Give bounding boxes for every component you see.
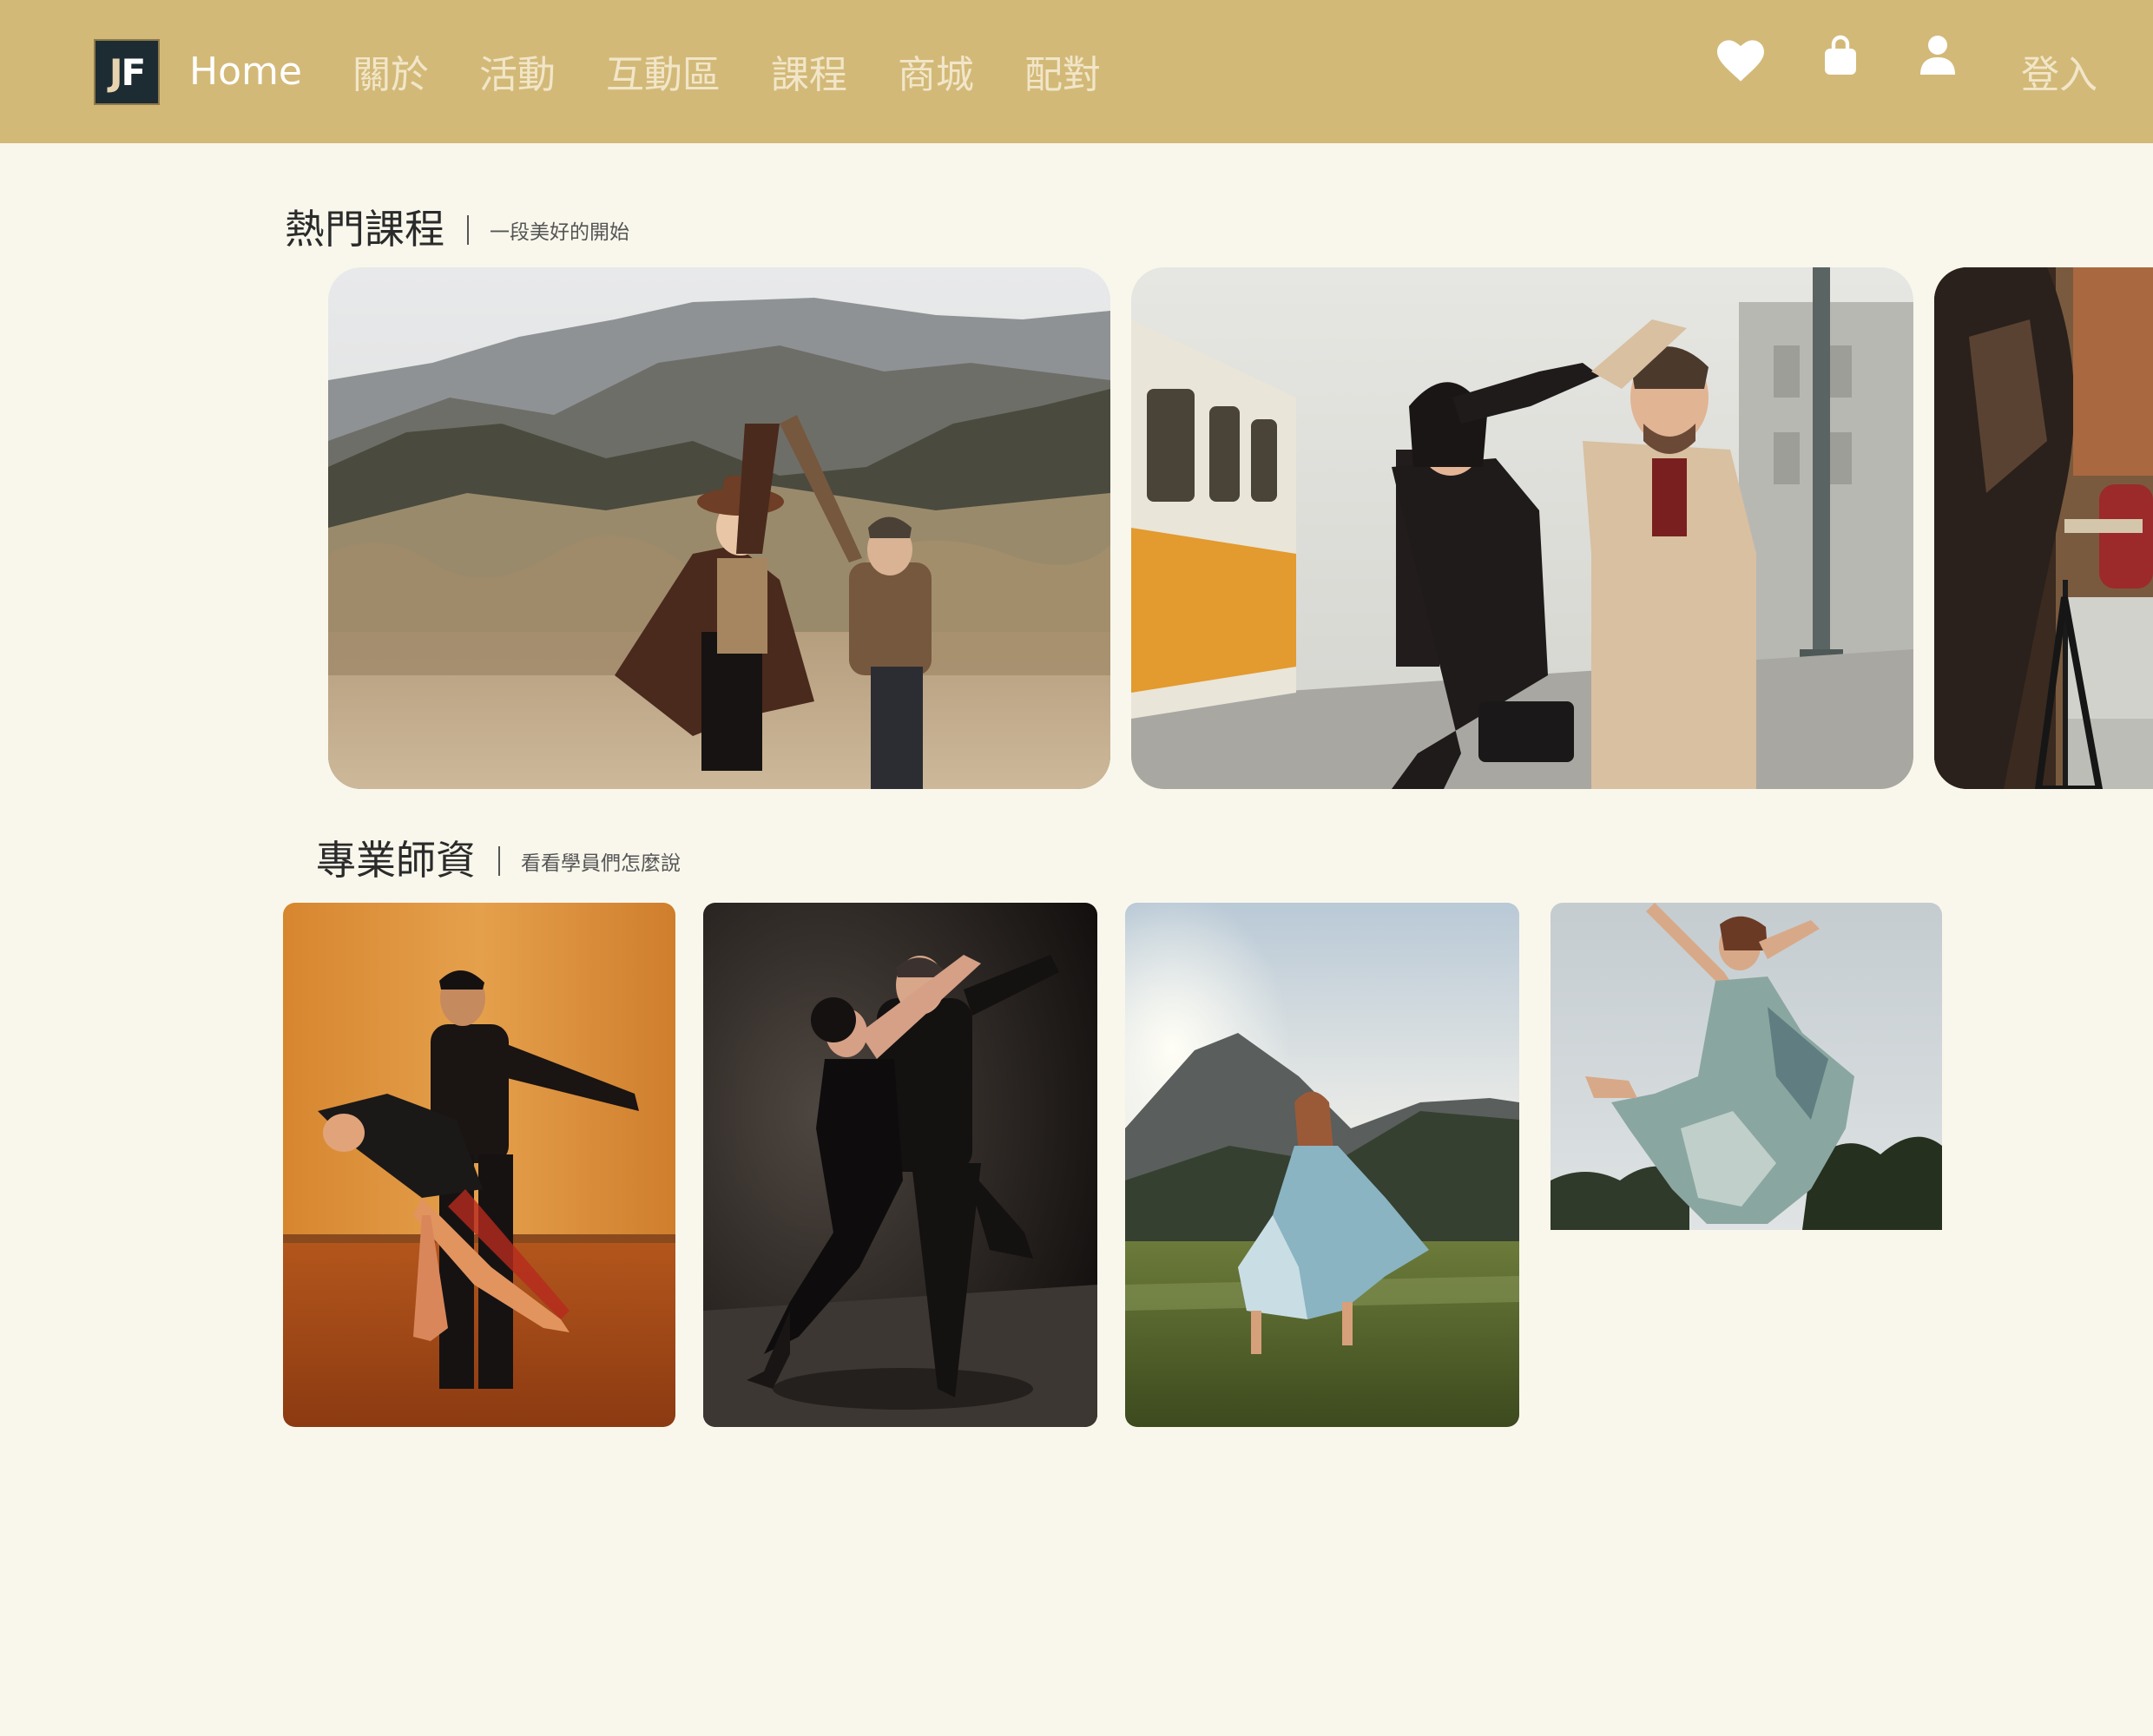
main-nav: Home 關於 活動 互動區 課程 商城 配對 — [189, 38, 1151, 104]
teacher-card[interactable] — [283, 903, 675, 1427]
teacher-card[interactable] — [1551, 903, 1942, 1230]
shopping-bag-icon[interactable] — [1823, 35, 1858, 80]
course-photo-restaurant — [1934, 267, 2153, 789]
login-link[interactable]: 登入 — [2021, 43, 2097, 99]
teachers-title: 專業師資 — [316, 837, 476, 884]
teachers-heading: 專業師資 看看學員們怎麼說 — [316, 829, 681, 886]
course-photo-city-couple — [1131, 267, 1913, 789]
top-navbar: JF Home 關於 活動 互動區 課程 商城 配對 登入 — [0, 0, 2153, 143]
teacher-photo-latin-couple — [283, 903, 675, 1427]
courses-title: 熱門課程 — [285, 206, 444, 253]
heading-divider — [498, 846, 500, 876]
nav-community[interactable]: 互動區 — [606, 43, 721, 99]
courses-subtitle: 一段美好的開始 — [490, 221, 629, 244]
user-icon[interactable] — [1920, 35, 1955, 80]
heading-divider — [467, 215, 469, 245]
course-card[interactable] — [328, 267, 1110, 789]
teachers-subtitle: 看看學員們怎麼說 — [521, 852, 681, 875]
heart-icon[interactable] — [1717, 40, 1764, 85]
teacher-card[interactable] — [1125, 903, 1519, 1427]
nav-events[interactable]: 活動 — [479, 43, 556, 99]
course-card[interactable] — [1934, 267, 2153, 789]
nav-shop[interactable]: 商城 — [898, 43, 974, 99]
course-photo-mountain-couple — [328, 267, 1110, 789]
site-logo[interactable]: JF — [94, 39, 160, 105]
teacher-photo-jumping-dancer — [1551, 903, 1942, 1230]
courses-heading: 熱門課程 一段美好的開始 — [285, 198, 629, 255]
teacher-card[interactable] — [703, 903, 1097, 1427]
nav-home[interactable]: Home — [189, 49, 302, 94]
teacher-photo-field-dancer — [1125, 903, 1519, 1427]
nav-matching[interactable]: 配對 — [1024, 43, 1101, 99]
course-card[interactable] — [1131, 267, 1913, 789]
nav-courses[interactable]: 課程 — [771, 43, 847, 99]
nav-about[interactable]: 關於 — [352, 43, 429, 99]
teacher-photo-tango-couple — [703, 903, 1097, 1427]
